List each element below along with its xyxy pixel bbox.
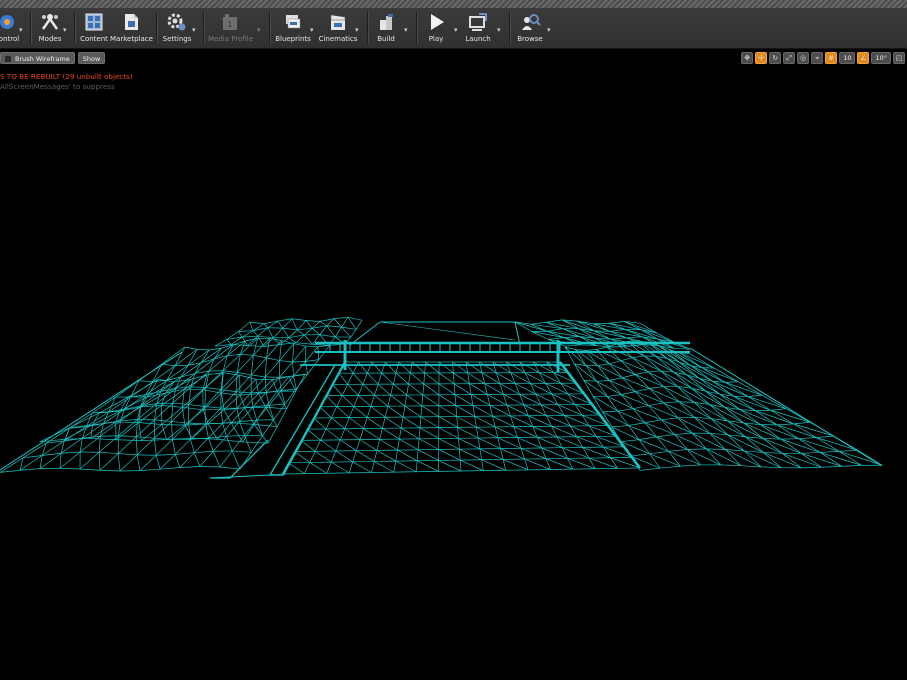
- blueprints-icon: [286, 15, 301, 29]
- scale-snap-icon[interactable]: ◰: [893, 52, 905, 64]
- toolbar-separator: [203, 12, 204, 44]
- svg-text:1: 1: [227, 20, 232, 29]
- build-button[interactable]: Build: [372, 11, 400, 45]
- source-control-dropdown[interactable]: ▾: [19, 26, 23, 34]
- viewport-left-toolbar: Brush Wireframe Show: [0, 52, 106, 64]
- launch-button[interactable]: Launch: [462, 11, 494, 45]
- scale-mode-icon[interactable]: ⤢: [783, 52, 796, 64]
- marketplace-label: Marketplace: [110, 35, 153, 43]
- launch-icon: [469, 13, 487, 31]
- launch-label: Launch: [465, 35, 491, 43]
- toolbar-separator: [367, 12, 368, 44]
- build-label: Build: [377, 35, 395, 43]
- settings-button[interactable]: Settings: [162, 11, 192, 45]
- marketplace-icon: [125, 14, 138, 30]
- toolbar-separator: [416, 12, 417, 44]
- content-browser-icon: [85, 13, 103, 31]
- marketplace-button[interactable]: Marketplace: [110, 11, 153, 45]
- play-label: Play: [428, 35, 444, 43]
- play-dropdown[interactable]: ▾: [454, 26, 458, 34]
- toolbar-separator: [74, 12, 75, 44]
- toolbar-separator: [156, 12, 157, 44]
- content-label: Content: [80, 35, 108, 43]
- source-control-icon: [0, 15, 14, 29]
- grid-snap-icon[interactable]: #: [825, 52, 838, 64]
- toolbar-separator: [30, 12, 31, 44]
- rotation-snap-value[interactable]: 10°: [871, 52, 891, 64]
- media-profile-button[interactable]: 1 Media Profile: [208, 11, 254, 45]
- build-icon: [380, 14, 393, 30]
- media-profile-icon: 1: [223, 14, 237, 30]
- browse-button[interactable]: Browse: [514, 11, 546, 45]
- browse-label: Browse: [517, 35, 543, 43]
- rotate-mode-icon[interactable]: ↻: [769, 52, 782, 64]
- toolbar-grip: [0, 0, 907, 8]
- view-mode-icon: [5, 56, 11, 62]
- main-toolbar: ontrol ▾ Modes ▾ Content Marketplace Set…: [0, 0, 907, 49]
- lighting-rebuild-warning: S TO BE REBUILT (29 unbuilt objects): [0, 72, 133, 81]
- rotation-snap-icon[interactable]: ∠: [857, 52, 870, 64]
- select-mode-icon[interactable]: ✥: [741, 52, 754, 64]
- level-viewport[interactable]: Brush Wireframe Show ✥ ✢ ↻ ⤢ ◎ ⌖ # 10 ∠ …: [0, 49, 907, 680]
- cinematics-icon: [330, 14, 346, 30]
- view-mode-button[interactable]: Brush Wireframe: [0, 52, 75, 64]
- toolbar-separator: [509, 12, 510, 44]
- translate-mode-icon[interactable]: ✢: [755, 52, 768, 64]
- content-button[interactable]: Content: [80, 11, 108, 45]
- blueprints-dropdown[interactable]: ▾: [310, 26, 314, 34]
- brush-wireframe-mesh: [0, 316, 883, 479]
- show-button[interactable]: Show: [77, 52, 106, 64]
- suppress-hint: AllScreenMessages' to suppress: [0, 82, 115, 91]
- source-control-label: ontrol: [0, 35, 20, 43]
- cinematics-button[interactable]: Cinematics: [318, 11, 358, 45]
- viewport-right-toolbar: ✥ ✢ ↻ ⤢ ◎ ⌖ # 10 ∠ 10° ◰: [741, 52, 905, 64]
- view-mode-label: Brush Wireframe: [15, 55, 70, 63]
- play-icon: [431, 14, 444, 30]
- grid-snap-value[interactable]: 10: [839, 52, 856, 64]
- cinematics-label: Cinematics: [318, 35, 358, 43]
- modes-label: Modes: [38, 35, 62, 43]
- browse-dropdown[interactable]: ▾: [547, 26, 551, 34]
- modes-icon: [41, 14, 59, 30]
- modes-button[interactable]: Modes: [36, 11, 64, 45]
- modes-dropdown[interactable]: ▾: [63, 26, 67, 34]
- blueprints-label: Blueprints: [275, 35, 311, 43]
- toolbar-separator: [269, 12, 270, 44]
- media-profile-dropdown[interactable]: ▾: [257, 26, 261, 34]
- show-label: Show: [82, 55, 101, 63]
- world-local-icon[interactable]: ◎: [797, 52, 810, 64]
- build-dropdown[interactable]: ▾: [404, 26, 408, 34]
- settings-label: Settings: [162, 35, 192, 43]
- launch-dropdown[interactable]: ▾: [497, 26, 501, 34]
- cinematics-dropdown[interactable]: ▾: [355, 26, 359, 34]
- settings-icon: [167, 13, 186, 31]
- play-button[interactable]: Play: [422, 11, 450, 45]
- blueprints-button[interactable]: Blueprints: [274, 11, 312, 45]
- browse-icon: [522, 14, 541, 30]
- settings-dropdown[interactable]: ▾: [192, 26, 196, 34]
- surface-snap-icon[interactable]: ⌖: [811, 52, 824, 64]
- media-profile-label: Media Profile: [208, 35, 254, 43]
- wireframe-lines: [0, 316, 883, 479]
